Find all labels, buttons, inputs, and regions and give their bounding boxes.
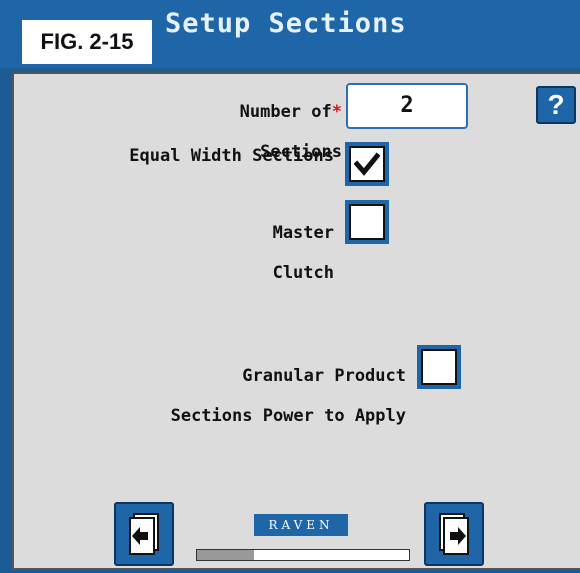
- checkbox-box: [349, 146, 385, 182]
- master-clutch-label-line2: Clutch: [272, 263, 334, 283]
- help-button[interactable]: ?: [536, 86, 576, 124]
- next-button[interactable]: [424, 502, 484, 566]
- page-forward-icon: [439, 513, 469, 555]
- number-of-sections-input[interactable]: 2: [346, 83, 468, 129]
- required-mark: *: [331, 102, 342, 122]
- number-of-sections-label-line1: Number of: [239, 102, 332, 122]
- granular-product-label: Granular Product Sections Power to Apply: [60, 346, 406, 446]
- master-clutch-label: Master Clutch: [190, 203, 334, 303]
- equal-width-sections-label: Equal Width Sections: [129, 146, 334, 166]
- master-clutch-label-line1: Master: [272, 223, 334, 243]
- master-clutch-checkbox[interactable]: [345, 200, 389, 244]
- equal-width-sections-checkbox[interactable]: [345, 142, 389, 186]
- granular-product-checkbox[interactable]: [417, 345, 461, 389]
- number-of-sections-label: Number of* Sections: [196, 82, 342, 182]
- progress-bar: [196, 549, 410, 561]
- page-title: Setup Sections: [165, 8, 407, 39]
- raven-logo: RAVEN: [254, 514, 348, 536]
- app-window: Setup Sections FIG. 2-15 Number of* Sect…: [0, 0, 580, 573]
- figure-label: FIG. 2-15: [22, 20, 152, 64]
- checkmark-icon: [354, 152, 380, 176]
- progress-fill: [197, 550, 255, 560]
- page-back-icon: [129, 513, 159, 555]
- checkbox-box: [349, 204, 385, 240]
- granular-product-label-line1: Granular Product: [242, 366, 406, 386]
- granular-product-label-line2: Sections Power to Apply: [170, 406, 406, 426]
- checkbox-box: [421, 349, 457, 385]
- back-button[interactable]: [114, 502, 174, 566]
